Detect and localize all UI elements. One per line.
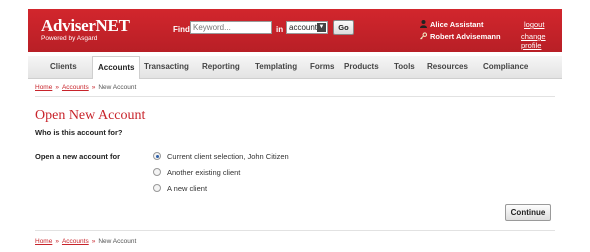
- nav-accounts[interactable]: Accounts: [92, 56, 141, 79]
- change-profile-link[interactable]: change profile: [521, 32, 562, 50]
- open-account-for-label: Open a new account for: [35, 152, 121, 161]
- option-new-client-label: A new client: [167, 184, 208, 193]
- brand-tagline: Powered by Asgard: [41, 35, 98, 42]
- nav-transacting[interactable]: Transacting: [144, 56, 189, 78]
- breadcrumb: Home» Accounts» New Account: [35, 84, 136, 91]
- user-icon: [420, 20, 427, 28]
- nav-templating[interactable]: Templating: [255, 56, 297, 78]
- option-existing-client[interactable]: Another existing client: [153, 168, 240, 177]
- radio-new-client[interactable]: [153, 184, 161, 192]
- nav-reporting[interactable]: Reporting: [202, 56, 240, 78]
- divider: [35, 230, 555, 231]
- search-scope-select[interactable]: accounts ▼: [286, 21, 328, 34]
- option-existing-client-label: Another existing client: [167, 168, 241, 177]
- assistant-user: Alice Assistant: [420, 20, 484, 29]
- radio-current-client[interactable]: [153, 152, 161, 160]
- nav-compliance[interactable]: Compliance: [483, 56, 528, 78]
- breadcrumb-accounts-link[interactable]: Accounts: [62, 84, 89, 91]
- nav-clients[interactable]: Clients: [50, 56, 77, 78]
- radio-existing-client[interactable]: [153, 168, 161, 176]
- key-icon: [420, 32, 427, 40]
- adviser-user: Robert Advisemann: [420, 32, 501, 41]
- brand-logo[interactable]: AdviserNET Powered by Asgard: [41, 17, 130, 43]
- nav-tools[interactable]: Tools: [394, 56, 415, 78]
- breadcrumb-current: New Account: [98, 84, 137, 91]
- option-current-client-label: Current client selection, John Citizen: [167, 152, 289, 161]
- continue-button[interactable]: Continue: [505, 204, 551, 221]
- option-current-client[interactable]: Current client selection, John Citizen: [153, 152, 289, 161]
- adviser-name: Robert Advisemann: [430, 32, 501, 41]
- footer-breadcrumb: Home» Accounts» New Account: [35, 238, 136, 245]
- search-scope-label: in: [276, 25, 284, 34]
- brand-name: AdviserNET: [41, 16, 130, 35]
- go-button[interactable]: Go: [333, 20, 354, 35]
- breadcrumb-separator: »: [91, 84, 96, 91]
- page-question: Who is this account for?: [35, 128, 123, 137]
- breadcrumb-separator: »: [91, 238, 96, 245]
- breadcrumb-accounts-link[interactable]: Accounts: [62, 238, 89, 245]
- breadcrumb-separator: »: [55, 84, 59, 91]
- nav-forms[interactable]: Forms: [310, 56, 334, 78]
- nav-resources[interactable]: Resources: [427, 56, 468, 78]
- assistant-name: Alice Assistant: [430, 20, 484, 29]
- breadcrumb-home-link[interactable]: Home: [35, 238, 52, 245]
- chevron-down-icon: ▼: [317, 23, 326, 32]
- main-nav: Clients Accounts Transacting Reporting T…: [28, 56, 562, 79]
- breadcrumb-current: New Account: [98, 238, 137, 245]
- app-header: AdviserNET Powered by Asgard Find in acc…: [28, 9, 562, 52]
- find-label: Find: [173, 25, 190, 34]
- logout-link[interactable]: logout: [524, 20, 544, 29]
- nav-products[interactable]: Products: [344, 56, 379, 78]
- search-input[interactable]: [190, 21, 272, 34]
- breadcrumb-separator: »: [55, 238, 59, 245]
- divider: [35, 96, 555, 97]
- option-new-client[interactable]: A new client: [153, 184, 207, 193]
- breadcrumb-home-link[interactable]: Home: [35, 84, 52, 91]
- page-title: Open New Account: [35, 108, 146, 123]
